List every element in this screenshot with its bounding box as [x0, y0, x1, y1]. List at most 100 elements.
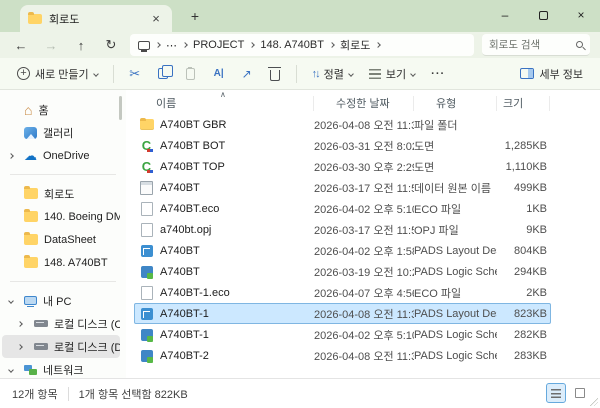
file-type: PADS Logic Sche.. — [414, 329, 497, 341]
collapse-chevron-icon[interactable] — [8, 367, 14, 373]
main-area: ⌂ 홈 갤러리 ☁ OneDrive 회로도 140. Boeing DMM I — [0, 90, 600, 378]
trash-icon — [270, 70, 280, 81]
new-tab-button[interactable]: + — [186, 8, 204, 26]
file-row[interactable]: A740BT TOP 2026-03-30 오후 2:29 도면 1,110KB — [134, 156, 551, 177]
file-size: 2KB — [497, 287, 547, 299]
more-button[interactable]: ··· — [424, 64, 452, 84]
column-header-date[interactable]: 수정한 날짜 — [314, 96, 414, 111]
tab-bar: 회로도 × + – × — [0, 0, 600, 32]
file-type: PADS Layout Desi.. — [414, 245, 497, 257]
sort-button[interactable]: ↑↓ 정렬 — [305, 62, 360, 86]
icons-view-toggle[interactable] — [570, 383, 590, 403]
this-pc-icon[interactable] — [138, 41, 150, 50]
sidebar-item-home[interactable]: ⌂ 홈 — [2, 98, 120, 121]
breadcrumb-chevron[interactable] — [155, 42, 161, 48]
new-button[interactable]: + 새로 만들기 — [10, 62, 105, 86]
file-row[interactable]: a740bt.opj 2026-03-17 오전 11:58 OPJ 파일 9K… — [134, 219, 551, 240]
search-icon — [576, 41, 583, 48]
view-button[interactable]: 보기 — [362, 62, 422, 86]
file-row[interactable]: A740BT 2026-03-19 오전 10:25 PADS Logic Sc… — [134, 261, 551, 282]
expand-chevron-icon[interactable] — [17, 344, 23, 350]
file-row[interactable]: A740BT BOT 2026-03-31 오전 8:02 도면 1,285KB — [134, 135, 551, 156]
sidebar-item-this-pc[interactable]: 내 PC — [2, 289, 120, 312]
close-button[interactable]: × — [562, 0, 600, 30]
file-row[interactable]: A740BT 2026-04-02 오후 1:58 PADS Layout De… — [134, 240, 551, 261]
details-view-icon — [551, 389, 561, 398]
sidebar-item-pinned-folder[interactable]: 148. A740BT — [2, 251, 120, 274]
tab-close-icon[interactable]: × — [148, 11, 164, 27]
file-row[interactable]: A740BT 2026-03-17 오전 11:58 데이터 원본 이름 499… — [134, 177, 551, 198]
resize-grip[interactable] — [590, 398, 598, 406]
sidebar-item-disk-d[interactable]: 로컬 디스크 (D:) — [2, 335, 120, 358]
file-size: 282KB — [497, 329, 547, 341]
search-box[interactable] — [482, 34, 590, 56]
disk-icon — [34, 320, 48, 327]
expand-chevron-icon[interactable] — [17, 321, 23, 327]
breadcrumb-chevron[interactable] — [182, 42, 188, 48]
column-header-name[interactable]: ∧ 이름 — [134, 96, 314, 111]
paste-button[interactable] — [178, 62, 204, 86]
details-view-toggle[interactable] — [546, 383, 566, 403]
delete-button[interactable] — [262, 62, 288, 86]
details-pane-button[interactable]: 세부 정보 — [513, 62, 590, 86]
file-row[interactable]: A740BT-1 2026-04-02 오후 5:10 PADS Logic S… — [134, 324, 551, 345]
paste-icon — [186, 68, 195, 80]
file-type: 데이터 원본 이름 — [414, 180, 497, 196]
breadcrumb-item[interactable]: PROJECT — [193, 39, 244, 51]
forward-button[interactable]: → — [40, 38, 62, 53]
copy-icon — [158, 68, 168, 79]
home-icon: ⌂ — [24, 104, 32, 116]
sidebar-scrollbar[interactable] — [119, 96, 122, 120]
minimize-button[interactable]: – — [486, 0, 524, 30]
sidebar-item-pinned-folder[interactable]: 회로도 — [2, 182, 120, 205]
file-date: 2026-04-08 오전 11:38 — [314, 117, 414, 133]
file-type: OPJ 파일 — [414, 222, 497, 238]
file-type: ECO 파일 — [414, 285, 497, 301]
breadcrumb-item[interactable]: 148. A740BT — [260, 39, 324, 51]
folder-icon — [24, 188, 38, 199]
file-type: 도면 — [414, 159, 497, 175]
file-date: 2026-04-02 오후 5:10 — [314, 201, 414, 217]
sidebar-item-onedrive[interactable]: ☁ OneDrive — [2, 144, 120, 167]
file-list: A740BT GBR 2026-04-08 오전 11:38 파일 폴더 A74… — [134, 114, 600, 378]
address-bar[interactable]: ⋯ PROJECT 148. A740BT 회로도 — [130, 34, 474, 56]
column-header-type[interactable]: 유형 — [414, 96, 497, 111]
sidebar-item-gallery[interactable]: 갤러리 — [2, 121, 120, 144]
back-button[interactable]: ← — [10, 38, 32, 53]
breadcrumb-chevron[interactable] — [375, 42, 381, 48]
sidebar-item-pinned-folder[interactable]: 140. Boeing DMM I — [2, 205, 120, 228]
file-icon — [139, 265, 154, 279]
share-button[interactable]: ↗ — [234, 62, 260, 86]
file-row[interactable]: A740BT.eco 2026-04-02 오후 5:10 ECO 파일 1KB — [134, 198, 551, 219]
details-pane-icon — [520, 68, 534, 79]
maximize-button[interactable] — [524, 0, 562, 30]
cut-button[interactable]: ✂ — [122, 62, 148, 86]
up-button[interactable]: ↑ — [70, 38, 92, 53]
file-name: A740BT — [160, 245, 200, 257]
breadcrumb-overflow[interactable]: ⋯ — [166, 39, 177, 52]
collapse-chevron-icon[interactable] — [8, 298, 14, 304]
search-input[interactable] — [489, 39, 571, 51]
file-row[interactable]: A740BT-2 2026-04-08 오전 11:38 PADS Logic … — [134, 345, 551, 366]
refresh-button[interactable]: ↻ — [100, 37, 122, 53]
status-bar: 12개 항목 1개 항목 선택함 822KB — [0, 378, 600, 408]
file-row[interactable]: A740BT-1.eco 2026-04-07 오후 4:56 ECO 파일 2… — [134, 282, 551, 303]
file-name: A740BT GBR — [160, 119, 226, 131]
breadcrumb-chevron[interactable] — [250, 42, 256, 48]
folder-icon — [28, 14, 42, 24]
file-list-area: ∧ 이름 수정한 날짜 유형 크기 A740BT GBR 2026-04-08 … — [126, 90, 600, 378]
sidebar-item-pinned-folder[interactable]: DataSheet — [2, 228, 120, 251]
sidebar-item-disk-c[interactable]: 로컬 디스크 (C:) — [2, 312, 120, 335]
file-size: 804KB — [497, 245, 547, 257]
rename-button[interactable]: A| — [206, 62, 232, 86]
file-row[interactable]: A740BT-1 2026-04-08 오전 11:38 PADS Layout… — [134, 303, 551, 324]
copy-button[interactable] — [150, 62, 176, 86]
file-row[interactable]: A740BT GBR 2026-04-08 오전 11:38 파일 폴더 — [134, 114, 551, 135]
toolbar-divider — [296, 65, 297, 83]
cut-icon: ✂ — [129, 66, 140, 82]
column-header-size[interactable]: 크기 — [497, 96, 550, 111]
expand-chevron-icon[interactable] — [8, 153, 14, 159]
breadcrumb-chevron[interactable] — [329, 42, 335, 48]
explorer-tab[interactable]: 회로도 × — [20, 5, 172, 32]
breadcrumb-item[interactable]: 회로도 — [340, 37, 370, 53]
